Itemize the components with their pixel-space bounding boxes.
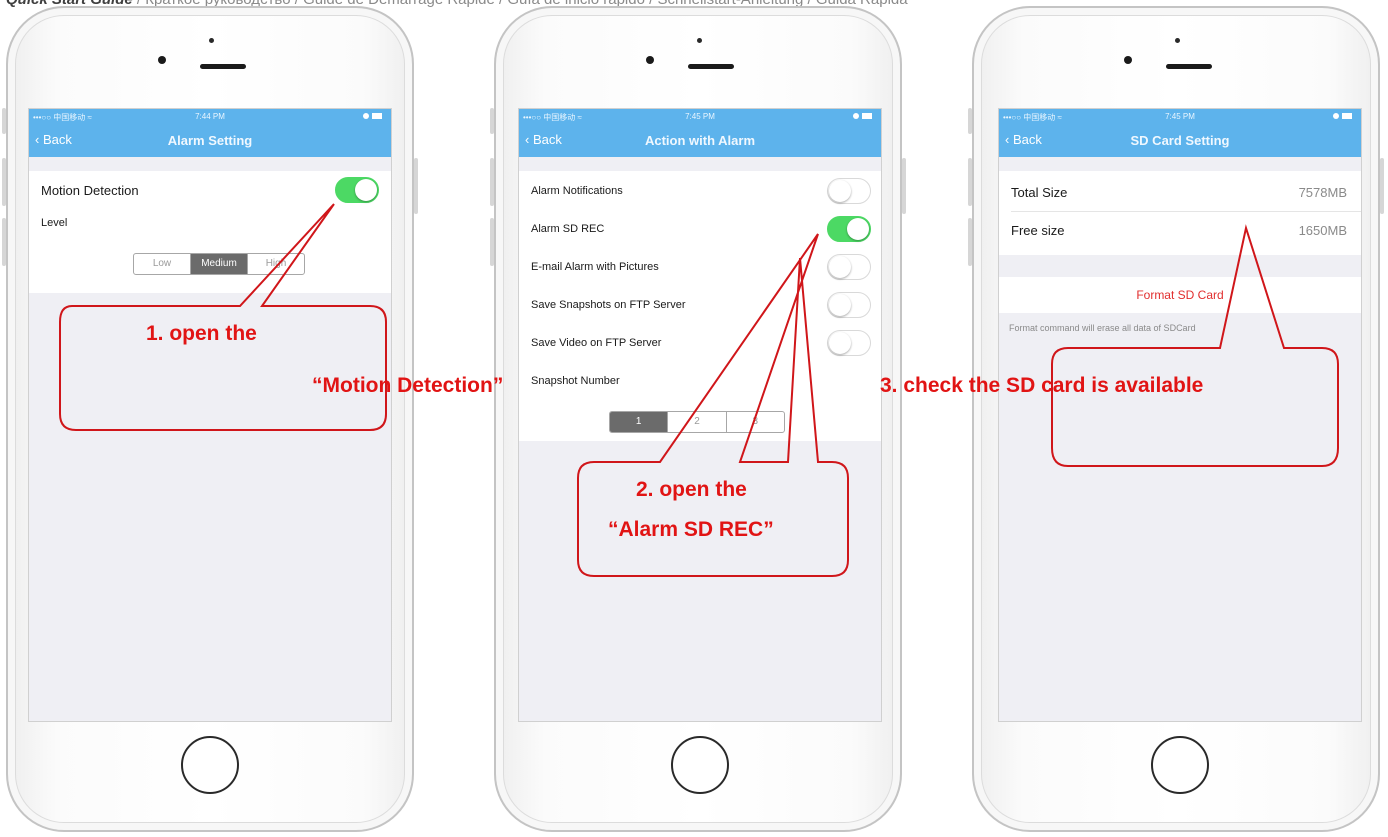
battery-icon bbox=[1333, 112, 1355, 120]
power-button bbox=[414, 158, 418, 214]
front-sensor bbox=[209, 38, 214, 43]
status-time: 7:45 PM bbox=[1165, 112, 1195, 121]
snapshot-option-3[interactable]: 3 bbox=[727, 412, 784, 432]
screen-alarm-setting: •••○○ 中国移动 ≈ 7:44 PM ‹ Back Alarm Settin… bbox=[28, 108, 392, 722]
power-button bbox=[902, 158, 906, 214]
battery-icon bbox=[853, 112, 875, 120]
home-button[interactable] bbox=[181, 736, 239, 794]
volume-up-button bbox=[490, 158, 494, 206]
step3-text: 3. check the SD card is available bbox=[880, 374, 1204, 397]
status-bar: •••○○ 中国移动 ≈ 7:44 PM bbox=[29, 109, 391, 125]
free-size-label: Free size bbox=[1011, 223, 1065, 238]
volume-down-button bbox=[490, 218, 494, 266]
motion-detection-toggle[interactable] bbox=[335, 177, 379, 203]
format-sd-card-label: Format SD Card bbox=[1136, 288, 1224, 302]
nav-bar: ‹ Back Action with Alarm bbox=[519, 125, 881, 157]
format-hint: Format command will erase all data of SD… bbox=[1009, 323, 1196, 333]
level-option-high[interactable]: High bbox=[248, 254, 304, 274]
front-sensor bbox=[697, 38, 702, 43]
status-bar: •••○○ 中国移动 ≈ 7:45 PM bbox=[519, 109, 881, 125]
total-size-value: 7578MB bbox=[1298, 185, 1347, 200]
mute-switch bbox=[2, 108, 6, 134]
motion-detection-card: Motion Detection Level Low Medium High bbox=[29, 171, 391, 293]
setting-label-email-alarm: E-mail Alarm with Pictures bbox=[531, 261, 659, 273]
setting-label-ftp-video: Save Video on FTP Server bbox=[531, 337, 662, 349]
ftp-video-toggle[interactable] bbox=[827, 330, 871, 356]
status-time: 7:45 PM bbox=[685, 112, 715, 121]
row-divider bbox=[1011, 211, 1361, 212]
setting-label-ftp-snapshots: Save Snapshots on FTP Server bbox=[531, 299, 686, 311]
setting-label-alarm-notifications: Alarm Notifications bbox=[531, 185, 623, 197]
step2-text-line1: 2. open the bbox=[636, 478, 747, 501]
home-button[interactable] bbox=[671, 736, 729, 794]
status-bar: •••○○ 中国移动 ≈ 7:45 PM bbox=[999, 109, 1361, 125]
home-button[interactable] bbox=[1151, 736, 1209, 794]
page-title: SD Card Setting bbox=[1130, 133, 1230, 148]
earpiece-speaker bbox=[200, 64, 246, 69]
front-camera bbox=[158, 56, 166, 64]
volume-up-button bbox=[968, 158, 972, 206]
battery-icon bbox=[363, 112, 385, 120]
screen-sd-card-setting: •••○○ 中国移动 ≈ 7:45 PM ‹ Back SD Card Sett… bbox=[998, 108, 1362, 722]
level-segmented-control[interactable]: Low Medium High bbox=[133, 253, 305, 275]
screen-action-with-alarm: •••○○ 中国移动 ≈ 7:45 PM ‹ Back Action with … bbox=[518, 108, 882, 722]
front-sensor bbox=[1175, 38, 1180, 43]
front-camera bbox=[646, 56, 654, 64]
step1-text-line2: “Motion Detection” bbox=[312, 374, 504, 397]
page-title: Action with Alarm bbox=[644, 133, 756, 148]
volume-down-button bbox=[2, 218, 6, 266]
free-size-value: 1650MB bbox=[1298, 223, 1347, 238]
email-alarm-toggle[interactable] bbox=[827, 254, 871, 280]
mute-switch bbox=[968, 108, 972, 134]
volume-up-button bbox=[2, 158, 6, 206]
format-sd-card-button[interactable]: Format SD Card bbox=[999, 277, 1361, 313]
alarm-actions-card: Alarm Notifications Alarm SD REC E-mail … bbox=[519, 171, 881, 441]
nav-bar: ‹ Back Alarm Setting bbox=[29, 125, 391, 157]
snapshot-number-label: Snapshot Number bbox=[531, 375, 620, 387]
level-option-low[interactable]: Low bbox=[134, 254, 191, 274]
alarm-sd-rec-toggle[interactable] bbox=[827, 216, 871, 242]
total-size-label: Total Size bbox=[1011, 185, 1068, 200]
phone-2: •••○○ 中国移动 ≈ 7:45 PM ‹ Back Action with … bbox=[490, 6, 906, 832]
page-title: Alarm Setting bbox=[167, 133, 253, 148]
status-time: 7:44 PM bbox=[195, 112, 225, 121]
step1-text-line1: 1. open the bbox=[146, 322, 257, 345]
alarm-notifications-toggle[interactable] bbox=[827, 178, 871, 204]
power-button bbox=[1380, 158, 1384, 214]
snapshot-option-2[interactable]: 2 bbox=[668, 412, 727, 432]
level-label: Level bbox=[41, 217, 68, 229]
snapshot-option-1[interactable]: 1 bbox=[610, 412, 669, 432]
setting-label-alarm-sd-rec: Alarm SD REC bbox=[531, 223, 605, 235]
phone-3: •••○○ 中国移动 ≈ 7:45 PM ‹ Back SD Card Sett… bbox=[968, 6, 1384, 832]
earpiece-speaker bbox=[688, 64, 734, 69]
mute-switch bbox=[490, 108, 494, 134]
front-camera bbox=[1124, 56, 1132, 64]
earpiece-speaker bbox=[1166, 64, 1212, 69]
snapshot-number-segmented-control[interactable]: 1 2 3 bbox=[609, 411, 785, 433]
volume-down-button bbox=[968, 218, 972, 266]
ftp-snapshots-toggle[interactable] bbox=[827, 292, 871, 318]
phone-1: •••○○ 中国移动 ≈ 7:44 PM ‹ Back Alarm Settin… bbox=[2, 6, 418, 832]
nav-bar: ‹ Back SD Card Setting bbox=[999, 125, 1361, 157]
sd-card-info-card: Total Size 7578MB Free size 1650MB bbox=[999, 171, 1361, 255]
level-option-medium[interactable]: Medium bbox=[191, 254, 248, 274]
step2-text-line2: “Alarm SD REC” bbox=[608, 518, 774, 541]
motion-detection-label: Motion Detection bbox=[41, 183, 139, 198]
